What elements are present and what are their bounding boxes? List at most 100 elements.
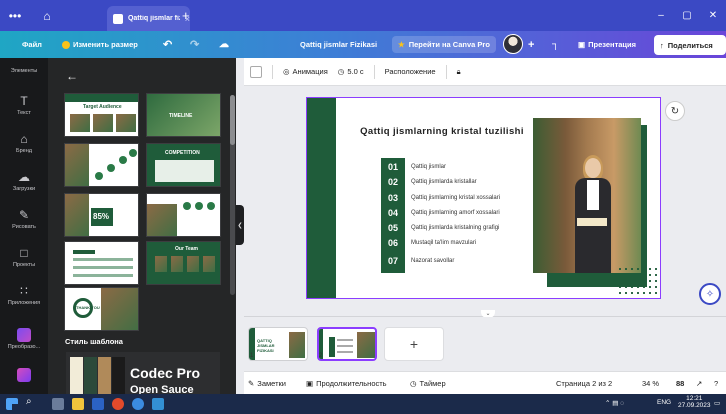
user-avatar[interactable] [503, 34, 523, 54]
file-explorer-icon[interactable] [72, 398, 84, 410]
document-title[interactable]: Qattiq jismlar Fizikasi [300, 40, 377, 49]
rail-item-elements[interactable]: Элементы [0, 66, 48, 74]
collapse-panel-button[interactable]: ❮ [236, 205, 244, 245]
font-style-card[interactable]: Codec Pro Open Sauce [66, 352, 220, 394]
brand-icon: ⌂ [20, 132, 28, 146]
template-thumb-process[interactable] [64, 143, 139, 187]
thumb-label: 85% [93, 212, 110, 221]
template-thumb-timeline[interactable]: TIMELINE [146, 93, 221, 137]
minimize-button[interactable]: – [648, 0, 674, 31]
timer-icon: ◷ [410, 379, 417, 388]
rail-item-brand[interactable]: ⌂ Бренд [0, 132, 48, 154]
grid-view-icon[interactable]: 88 [676, 379, 684, 388]
rail-item-text[interactable]: T Текст [0, 94, 48, 116]
fullscreen-icon[interactable]: ↗ [696, 379, 702, 388]
agenda-item[interactable]: 06 Mustaqil ta'lim mavzulari [381, 236, 521, 251]
slide-green-bar [307, 98, 336, 298]
agenda-item[interactable]: 04 Qattiq jismlarning amorf xossalari [381, 206, 521, 221]
thumb-label: COMPETITION [165, 150, 200, 156]
duration-icon: ▣ [306, 379, 314, 388]
page-indicator[interactable]: Страница 2 из 2 [556, 379, 612, 388]
template-thumb-thank-you[interactable]: THANK YOU [64, 287, 139, 331]
refresh-icon[interactable]: ↻ [665, 101, 685, 121]
window-close-button[interactable]: ✕ [700, 0, 726, 31]
template-thumb-competition[interactable]: COMPETITION [146, 143, 221, 187]
language-indicator[interactable]: ENG [657, 399, 671, 406]
resize-button[interactable]: Изменить размер [62, 40, 138, 49]
browser-tab[interactable]: Qattiq jismlar fizik... × [107, 6, 190, 31]
slide-title[interactable]: Qattiq jismlarning kristal tuzilishi [357, 125, 527, 139]
template-style-title: Стиль шаблона [65, 337, 123, 346]
page-number-1: 1 [250, 353, 254, 359]
tray-icons[interactable]: ⌃ ▤ ◌ [605, 399, 624, 407]
help-icon[interactable]: ? [714, 379, 718, 388]
add-collaborator-icon[interactable]: + [528, 39, 534, 51]
maximize-button[interactable]: ▢ [674, 0, 700, 31]
background-color-swatch[interactable] [250, 65, 262, 78]
agenda-item[interactable]: 02 Qattiq jismlarda kristallar [381, 175, 521, 190]
position-button[interactable]: Расположение [385, 67, 436, 76]
chrome-icon[interactable] [132, 398, 144, 410]
agenda-item[interactable]: 07 Nazorat savollar [381, 254, 521, 269]
magic-assistant-icon[interactable]: ✧ [699, 283, 721, 305]
thumb-label: Our Team [175, 246, 198, 252]
app-icon-red[interactable] [112, 398, 124, 410]
draw-icon: ✎ [18, 208, 30, 222]
page-thumb-1[interactable]: QATTIQ JISMLAR FIZIKASI [248, 327, 308, 361]
stats-icon[interactable]: ┐ [552, 39, 559, 50]
template-thumb-statistics[interactable]: 85% [64, 193, 139, 237]
template-thumb-icons[interactable] [146, 193, 221, 237]
duration-footer-button[interactable]: ▣ Продолжительность [306, 379, 387, 388]
browser-menu-icon[interactable]: ••• [4, 9, 26, 23]
zoom-level[interactable]: 34 % [642, 379, 659, 388]
share-button[interactable]: ↑ Поделиться [654, 35, 726, 55]
slide-canvas[interactable]: Qattiq jismlarning kristal tuzilishi 01 … [306, 97, 661, 299]
rail-item-transform[interactable]: Преобразо... [0, 328, 48, 350]
notes-button[interactable]: ✎ Заметки [248, 379, 286, 388]
rail-item-uploads[interactable]: ☁ Загрузки [0, 170, 48, 192]
rail-item-extra[interactable] [0, 368, 48, 382]
slide-photo[interactable] [533, 118, 641, 273]
timer-button[interactable]: ◷ Таймер [410, 379, 446, 388]
add-page-button[interactable]: + [384, 327, 444, 361]
notifications-icon[interactable]: ▭ [714, 399, 720, 407]
animation-button[interactable]: ◎ Анимация [283, 67, 328, 76]
animation-label: Анимация [292, 67, 328, 76]
template-thumb-list[interactable] [64, 241, 139, 285]
rail-item-projects[interactable]: □ Проекты [0, 246, 48, 268]
new-tab-button[interactable]: + [182, 8, 190, 23]
person-figure [573, 155, 613, 273]
page-number-2: 2 [319, 353, 323, 359]
rail-item-draw[interactable]: ✎ Рисовать [0, 208, 48, 230]
search-icon[interactable]: ⌕ [26, 396, 32, 407]
template-thumb-our-team[interactable]: Our Team [146, 241, 221, 285]
agenda-item[interactable]: 01 Qattiq jismlar [381, 160, 521, 175]
lock-icon[interactable]: 🔒︎ [457, 67, 461, 77]
word-icon[interactable] [92, 398, 104, 410]
duration-button[interactable]: ◷ 5.0 с [338, 67, 364, 76]
agenda-label: Qattiq jismlarda kristallar [411, 179, 477, 185]
agenda-label: Nazorat savollar [411, 258, 455, 264]
template-thumb-target-audience[interactable]: Target Audience [64, 93, 139, 137]
panel-scrollbar[interactable] [230, 95, 235, 295]
back-arrow-icon[interactable]: ← [66, 69, 78, 83]
windows-start-icon[interactable] [6, 398, 18, 410]
page-thumb-2[interactable] [317, 327, 377, 361]
undo-icon[interactable]: ↶ [163, 38, 172, 51]
task-view-icon[interactable] [52, 398, 64, 410]
agenda-item[interactable]: 03 Qattiq jismlarning kristal xossalari [381, 191, 521, 206]
rail-item-apps[interactable]: ∷ Приложения [0, 284, 48, 306]
telegram-icon[interactable] [152, 398, 164, 410]
clock[interactable]: 12:21 27.09.2023 [678, 395, 711, 409]
file-menu[interactable]: Файл [22, 40, 42, 49]
canva-pro-button[interactable]: ★ Перейти на Canva Pro [392, 36, 496, 53]
agenda-label: Mustaqil ta'lim mavzulari [411, 240, 477, 246]
transform-app-icon [17, 328, 31, 342]
present-button[interactable]: ▣ Презентация [578, 40, 636, 49]
agenda-item[interactable]: 05 Qattiq jismlarda kristalning grafigi [381, 221, 521, 236]
editor-footer: ✎ Заметки ▣ Продолжительность ◷ Таймер С… [244, 371, 726, 394]
font-sub: Open Sauce [130, 384, 194, 394]
redo-icon[interactable]: ↷ [190, 38, 199, 51]
home-icon[interactable]: ⌂ [36, 9, 58, 23]
folder-icon: □ [20, 246, 28, 260]
